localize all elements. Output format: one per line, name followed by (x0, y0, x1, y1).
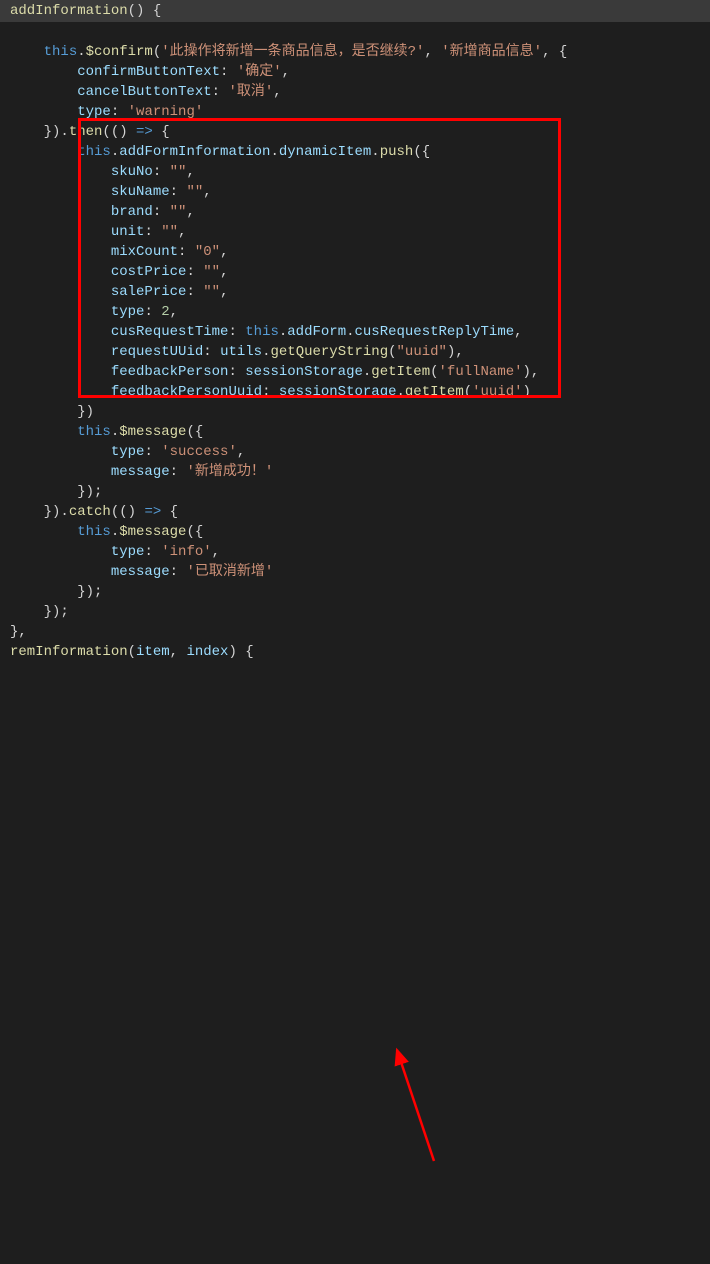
param-item: item (136, 644, 170, 660)
this-keyword: this (44, 44, 78, 60)
confirm-title: '新增商品信息' (441, 44, 542, 60)
prop-type2: type (111, 304, 145, 320)
remInformation-fn: remInformation (10, 644, 128, 660)
getItem-call: getItem (405, 384, 464, 400)
prop-salePrice: salePrice (111, 284, 187, 300)
highlighted-line: addInformation() { (0, 0, 710, 22)
prop-type3: type (111, 444, 145, 460)
then-call: then (69, 124, 103, 140)
prop-skuNo: skuNo (111, 164, 153, 180)
val-message-success: '新增成功！' (186, 464, 273, 480)
str-fullName: 'fullName' (439, 364, 523, 380)
id-utils: utils (220, 344, 262, 360)
confirm-call: $confirm (86, 44, 153, 60)
prop-type: type (77, 104, 111, 120)
val-unit: "" (161, 224, 178, 240)
id-addForm: addForm (287, 324, 346, 340)
message-call: $message (119, 524, 186, 540)
val-salePrice: "" (203, 284, 220, 300)
prop-cusRequestTime: cusRequestTime (111, 324, 229, 340)
prop-feedbackPersonUuid: feedbackPersonUuid (111, 384, 262, 400)
val-skuName: "" (186, 184, 203, 200)
param-index: index (186, 644, 228, 660)
val-info: 'info' (161, 544, 211, 560)
val-message-cancel: '已取消新增' (186, 564, 273, 580)
id-addFormInformation: addFormInformation (119, 144, 270, 160)
id-cusRequestReplyTime: cusRequestReplyTime (355, 324, 515, 340)
prop-mixCount: mixCount (111, 244, 178, 260)
prop-requestUUid: requestUUid (111, 344, 203, 360)
annotation-arrow (0, 672, 710, 1264)
catch-call: catch (69, 504, 111, 520)
val-brand: "" (170, 204, 187, 220)
id-sessionStorage: sessionStorage (279, 384, 397, 400)
getItem-call: getItem (371, 364, 430, 380)
str-uuid: "uuid" (397, 344, 447, 360)
val-type2: 2 (161, 304, 169, 320)
prop-type4: type (111, 544, 145, 560)
getQueryString-call: getQueryString (270, 344, 388, 360)
val-mixCount: "0" (195, 244, 220, 260)
prop-cancelButtonText: cancelButtonText (77, 84, 211, 100)
prop-confirmButtonText: confirmButtonText (77, 64, 220, 80)
id-dynamicItem: dynamicItem (279, 144, 371, 160)
val-success: 'success' (161, 444, 237, 460)
val-type-warning: 'warning' (128, 104, 204, 120)
id-sessionStorage: sessionStorage (245, 364, 363, 380)
this-keyword: this (77, 424, 111, 440)
prop-message2: message (111, 564, 170, 580)
prop-unit: unit (111, 224, 145, 240)
push-call: push (380, 144, 414, 160)
prop-costPrice: costPrice (111, 264, 187, 280)
message-call: $message (119, 424, 186, 440)
code-editor[interactable]: this.$confirm('此操作将新增一条商品信息，是否继续?', '新增商… (0, 22, 710, 672)
function-name: addInformation() { (10, 3, 161, 19)
prop-skuName: skuName (111, 184, 170, 200)
prop-brand: brand (111, 204, 153, 220)
val-cancelButtonText: '取消' (228, 84, 273, 100)
prop-feedbackPerson: feedbackPerson (111, 364, 229, 380)
confirm-message: '此操作将新增一条商品信息，是否继续?' (161, 44, 424, 60)
val-confirmButtonText: '确定' (237, 64, 282, 80)
this-keyword: this (77, 524, 111, 540)
str-uuid2: 'uuid' (472, 384, 522, 400)
val-skuNo: "" (170, 164, 187, 180)
this-keyword: this (245, 324, 279, 340)
val-costPrice: "" (203, 264, 220, 280)
prop-message: message (111, 464, 170, 480)
this-keyword: this (77, 144, 111, 160)
